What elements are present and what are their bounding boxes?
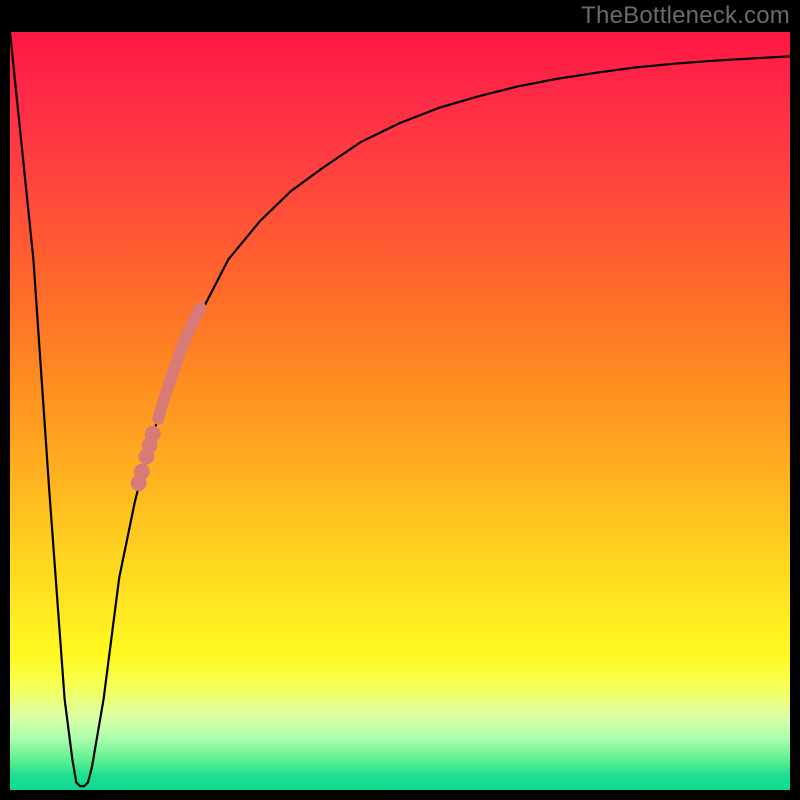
marker-group (131, 302, 207, 491)
chart-stage: TheBottleneck.com (0, 0, 800, 800)
watermark-text: TheBottleneck.com (581, 2, 790, 30)
bottleneck-curve (10, 32, 790, 786)
curve-marker-large (134, 464, 150, 480)
chart-frame (10, 32, 790, 790)
curve-marker-large (145, 426, 161, 442)
chart-overlay (10, 32, 790, 790)
curve-marker (194, 302, 206, 314)
